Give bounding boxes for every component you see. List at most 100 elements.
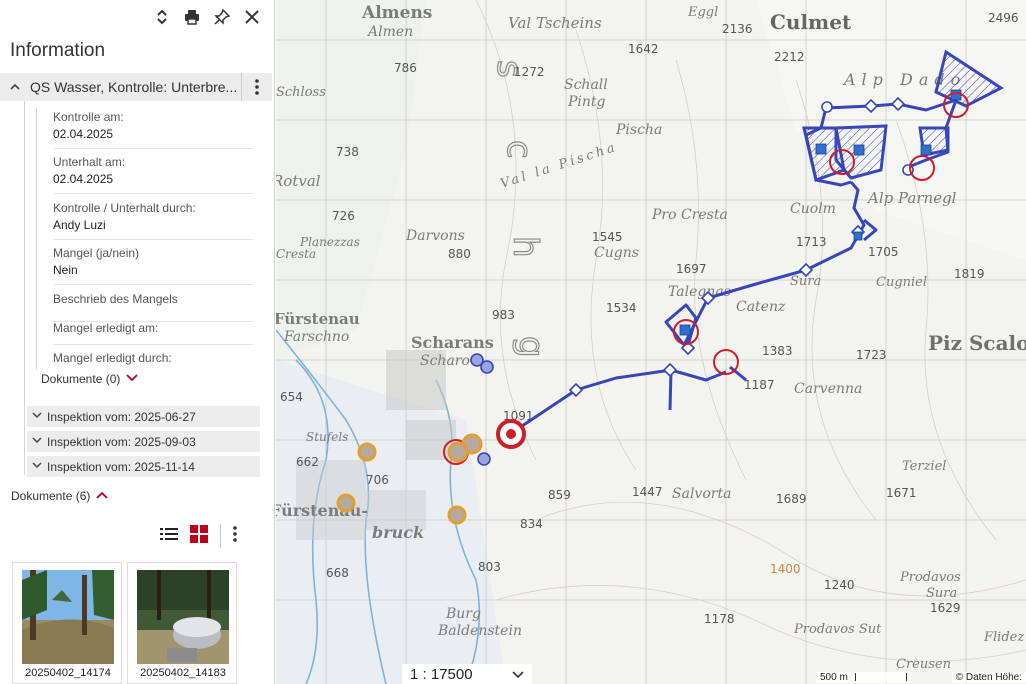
svg-text:1240: 1240 [824, 578, 855, 592]
photo-image [137, 570, 229, 664]
svg-text:1819: 1819 [954, 267, 985, 281]
more-options-icon[interactable] [233, 525, 237, 547]
documents-label: Dokumente (6) [11, 489, 91, 503]
document-view-toggle [160, 524, 237, 548]
chevron-down-icon[interactable] [126, 372, 139, 386]
svg-text:1383: 1383 [762, 344, 793, 358]
chevron-down-icon[interactable] [27, 436, 47, 447]
panel-title: Information [10, 40, 106, 61]
svg-text:Carvenna: Carvenna [794, 381, 862, 397]
field-label: Unterhalt am: [53, 155, 126, 169]
svg-text:h: h [505, 236, 545, 258]
field-value: Andy Luzi [53, 218, 106, 232]
svg-text:1629: 1629 [930, 601, 961, 615]
svg-text:Terziel: Terziel [902, 459, 946, 474]
svg-text:Val Tscheins: Val Tscheins [508, 14, 602, 32]
thumbnail-caption: 20250402_14183 [140, 667, 226, 679]
photo-image [22, 570, 114, 664]
feature-group-header[interactable]: QS Wasser, Kontrolle: Unterbre... [0, 73, 272, 101]
svg-text:Alp Parnegl: Alp Parnegl [866, 189, 957, 207]
field-mangel-erledigt-durch: Mangel erledigt durch: [53, 351, 253, 367]
documents-toggle-inner[interactable]: Dokumente (0) [41, 372, 139, 386]
tree-guide-line-inner [36, 108, 37, 370]
expand-collapse-icon[interactable] [152, 6, 172, 28]
field-label: Mangel erledigt durch: [53, 351, 172, 365]
field-label: Kontrolle am: [53, 110, 124, 124]
svg-text:654: 654 [280, 390, 303, 404]
svg-text:1723: 1723 [856, 348, 887, 362]
svg-text:2136: 2136 [722, 22, 753, 36]
field-mangel-erledigt-am: Mangel erledigt am: [53, 321, 253, 345]
close-icon[interactable] [242, 6, 262, 28]
document-thumbnail[interactable]: 20250402_14183 [127, 562, 237, 684]
thumbnail-caption: 20250402_14174 [25, 667, 111, 679]
scale-bar-line [854, 673, 907, 682]
svg-text:1697: 1697 [676, 262, 707, 276]
field-value: Nein [53, 263, 78, 277]
chevron-down-icon[interactable] [27, 461, 47, 472]
inspection-row[interactable]: Inspektion vom: 2025-11-14 [27, 456, 260, 477]
svg-text:668: 668 [326, 566, 349, 580]
field-beschrieb-mangel: Beschrieb des Mangels [53, 292, 253, 322]
map-view[interactable]: Almens Almen Val Tscheins Eggl Culmet Al… [276, 0, 1026, 684]
grid-view-icon[interactable] [190, 524, 208, 548]
svg-text:Pischa: Pischa [615, 122, 662, 138]
svg-text:Fürstenau: Fürstenau [276, 310, 360, 328]
svg-text:1178: 1178 [704, 612, 735, 626]
field-label: Kontrolle / Unterhalt durch: [53, 201, 196, 215]
svg-text:Scharans: Scharans [411, 333, 494, 352]
svg-text:Almen: Almen [366, 24, 413, 40]
svg-text:Eggl: Eggl [687, 5, 718, 20]
svg-text:Talegnas: Talegnas [668, 284, 731, 300]
svg-text:1400: 1400 [770, 562, 801, 576]
documents-toggle-outer[interactable]: Dokumente (6) [11, 489, 109, 503]
svg-text:Cugniel: Cugniel [876, 275, 927, 290]
more-options-icon[interactable] [241, 73, 272, 101]
pin-icon[interactable] [212, 6, 232, 28]
map-attribution: © Daten Höhe: [951, 672, 1026, 683]
field-kontrolle-durch: Kontrolle / Unterhalt durch: Andy Luzi [53, 201, 253, 240]
svg-text:Schloss: Schloss [276, 85, 326, 100]
svg-text:738: 738 [336, 145, 359, 159]
scale-selector[interactable]: 1 : 17500 [402, 664, 532, 684]
svg-text:Cugns: Cugns [594, 245, 639, 261]
svg-text:726: 726 [332, 209, 355, 223]
inspection-label: Inspektion vom: 2025-09-03 [47, 434, 196, 449]
svg-text:2496: 2496 [988, 11, 1019, 25]
chevron-up-icon[interactable] [96, 489, 109, 503]
list-view-icon[interactable] [160, 527, 178, 546]
chevron-down-icon[interactable] [27, 411, 47, 422]
svg-text:1534: 1534 [606, 301, 637, 315]
chevron-up-icon[interactable] [0, 81, 30, 93]
svg-text:Darvons: Darvons [405, 228, 465, 244]
chevron-down-icon[interactable] [512, 666, 524, 683]
field-value: 02.04.2025 [53, 172, 114, 186]
inspection-row[interactable]: Inspektion vom: 2025-09-03 [27, 431, 260, 452]
field-value: 02.04.2025 [53, 127, 114, 141]
svg-text:Prodavos: Prodavos [899, 570, 961, 585]
divider [220, 524, 221, 548]
svg-text:Scharo: Scharo [420, 353, 470, 369]
field-label: Mangel erledigt am: [53, 321, 159, 335]
svg-text:Schall: Schall [564, 77, 608, 93]
field-mangel: Mangel (ja/nein) Nein [53, 246, 253, 285]
svg-text:880: 880 [448, 247, 471, 261]
svg-text:Salvorta: Salvorta [672, 486, 731, 502]
scale-bar-label: 500 m [820, 672, 848, 683]
svg-text:Rotval: Rotval [276, 172, 321, 190]
svg-text:859: 859 [548, 488, 571, 502]
documents-label: Dokumente (0) [41, 372, 121, 386]
document-thumbnail[interactable]: 20250402_14174 [12, 562, 122, 684]
inspection-row[interactable]: Inspektion vom: 2025-06-27 [27, 406, 260, 427]
field-unterhalt-am: Unterhalt am: 02.04.2025 [53, 155, 253, 194]
svg-text:Burg: Burg [445, 606, 481, 622]
field-kontrolle-am: Kontrolle am: 02.04.2025 [53, 110, 253, 149]
svg-text:c: c [499, 140, 539, 159]
svg-text:1713: 1713 [796, 235, 827, 249]
print-icon[interactable] [182, 6, 202, 28]
svg-text:Pro Cresta: Pro Cresta [651, 207, 728, 223]
info-panel: Information QS Wasser, Kontrolle: Unterb… [0, 0, 275, 684]
topographic-map: Almens Almen Val Tscheins Eggl Culmet Al… [276, 0, 1026, 684]
svg-text:983: 983 [492, 308, 515, 322]
svg-text:1447: 1447 [632, 485, 663, 499]
